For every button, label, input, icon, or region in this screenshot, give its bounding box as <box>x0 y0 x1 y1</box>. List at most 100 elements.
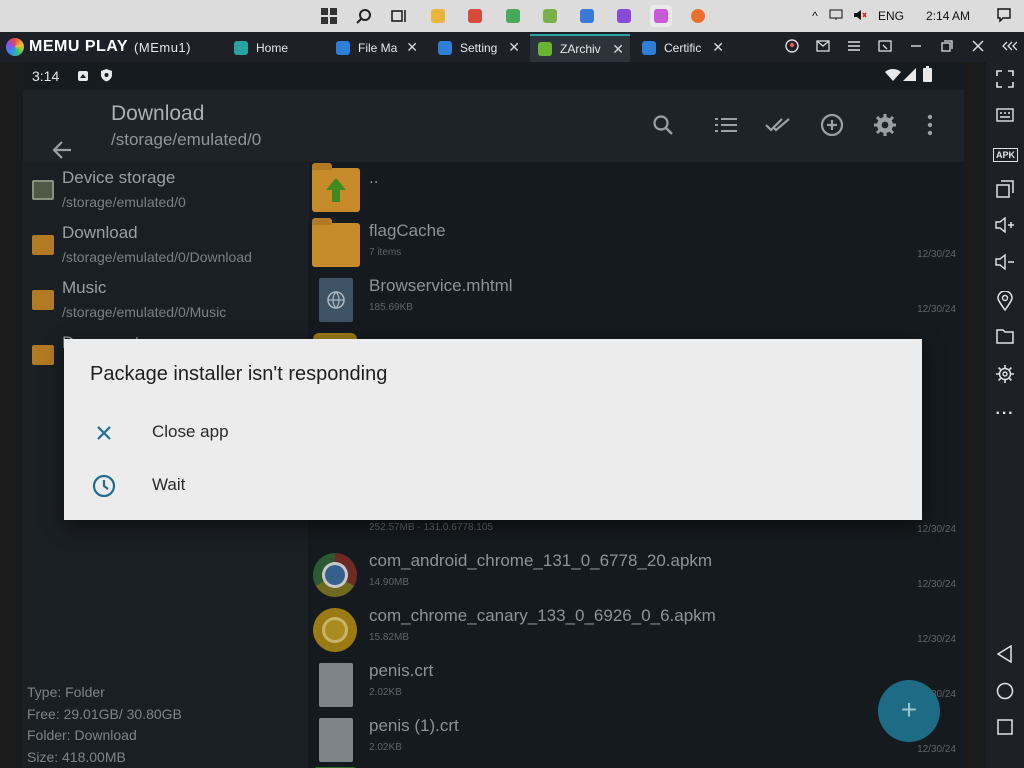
folder-icon <box>32 345 54 365</box>
volume-up-icon[interactable] <box>993 216 1017 241</box>
tab-close-icon[interactable]: ✕ <box>712 39 724 56</box>
tab-home[interactable]: Home <box>226 34 324 62</box>
volume-down-icon[interactable] <box>993 253 1017 278</box>
tab-settings[interactable]: Setting ✕ <box>430 34 526 62</box>
android-back-icon[interactable] <box>993 644 1017 669</box>
search-icon[interactable] <box>353 5 375 27</box>
fullscreen-icon[interactable] <box>993 70 1017 94</box>
clock-icon <box>92 474 116 498</box>
list-item[interactable]: flagCache 7 items 12/30/24 <box>309 217 964 271</box>
speaker-muted-icon[interactable] <box>848 9 872 24</box>
mail-icon[interactable] <box>807 39 838 55</box>
tab-close-icon[interactable]: ✕ <box>612 41 624 58</box>
settings-gear-icon[interactable] <box>873 113 897 143</box>
language-indicator[interactable]: ENG <box>878 9 904 23</box>
list-item[interactable]: .. <box>309 162 964 216</box>
page-subtitle: /storage/emulated/0 <box>111 130 262 149</box>
location-icon[interactable] <box>993 290 1017 315</box>
shield-icon <box>100 68 113 85</box>
search-icon[interactable] <box>652 114 674 142</box>
android-recents-icon[interactable] <box>993 719 1017 743</box>
tab-file-manager[interactable]: File Ma ✕ <box>328 34 424 62</box>
file-icon <box>319 718 353 762</box>
app-icon[interactable] <box>539 5 561 27</box>
firefox-icon[interactable] <box>687 5 709 27</box>
network-icon[interactable] <box>824 9 848 24</box>
memu-titlebar: MEMU PLAY (MEmu1) Home File Ma ✕ Setting… <box>0 32 1024 62</box>
file-icon <box>319 663 353 707</box>
android-home-icon[interactable] <box>993 682 1017 706</box>
list-item[interactable]: com_android_chrome_131_0_6778_20.apkm 14… <box>309 547 964 601</box>
apk-icon[interactable]: APK <box>993 143 1019 167</box>
collapse-icon[interactable] <box>993 39 1024 55</box>
info-free: Free: 29.01GB/ 30.80GB <box>27 705 182 722</box>
notifications-icon[interactable] <box>996 7 1012 26</box>
android-status-bar: 3:14 <box>23 62 964 90</box>
folder-info: Type: Folder Free: 29.01GB/ 30.80GB Fold… <box>27 682 182 768</box>
add-fab-button[interactable]: + <box>878 680 940 742</box>
close-icon[interactable] <box>962 39 993 55</box>
close-app-option[interactable]: Close app <box>64 407 922 459</box>
desktop: ^ ENG 2:14 AM MEMU PLAY (MEmu1) Home Fil… <box>0 0 1024 768</box>
storage-icon <box>32 180 54 200</box>
page-title: Download <box>111 102 205 125</box>
system-tray: ^ ENG 2:14 AM <box>806 0 1012 32</box>
memu-logo-icon <box>6 38 24 56</box>
minimize-icon[interactable] <box>900 39 931 55</box>
windows-start-icon[interactable] <box>318 5 340 27</box>
maximize-icon[interactable] <box>931 39 962 55</box>
tab-certificate[interactable]: Certific ✕ <box>634 34 730 62</box>
overflow-menu-icon[interactable] <box>926 114 934 142</box>
tab-close-icon[interactable]: ✕ <box>508 39 520 56</box>
list-view-icon[interactable] <box>715 116 737 140</box>
folder-icon <box>32 235 54 255</box>
list-item[interactable]: penis.crt 2.02KB 12/30/24 <box>309 657 964 711</box>
signal-icon <box>903 68 917 84</box>
add-circle-icon[interactable] <box>820 113 844 143</box>
menu-icon[interactable] <box>838 39 869 55</box>
battery-icon <box>923 66 932 85</box>
chrome-canary-icon <box>313 608 357 652</box>
settings-icon[interactable] <box>993 365 1017 389</box>
location-item[interactable]: Download /storage/emulated/0/Download <box>23 219 308 273</box>
folder-icon[interactable] <box>993 328 1017 352</box>
windows-taskbar: ^ ENG 2:14 AM <box>0 0 1024 32</box>
app-icon[interactable] <box>613 5 635 27</box>
location-item[interactable]: Music /storage/emulated/0/Music <box>23 274 308 328</box>
chrome-icon <box>313 553 357 597</box>
tab-zarchiver[interactable]: ZArchiv ✕ <box>530 34 630 62</box>
window-controls <box>776 32 1024 62</box>
instance-name: (MEmu1) <box>134 39 191 55</box>
keyboard-icon[interactable] <box>993 106 1017 130</box>
wifi-icon <box>885 68 901 84</box>
folder-icon <box>312 218 360 267</box>
list-item[interactable]: penis (1).crt 2.02KB 12/30/24 <box>309 712 964 766</box>
app-icon[interactable] <box>464 5 486 27</box>
user-icon[interactable] <box>776 38 807 56</box>
multi-window-icon[interactable] <box>993 180 1017 204</box>
web-document-icon <box>319 278 353 322</box>
dialog-title: Package installer isn't responding <box>90 363 388 385</box>
tray-chevron-icon[interactable]: ^ <box>806 9 824 23</box>
clock[interactable]: 2:14 AM <box>926 9 970 23</box>
wait-option[interactable]: Wait <box>64 460 922 512</box>
info-type: Type: Folder <box>27 684 105 700</box>
task-view-icon[interactable] <box>388 5 410 27</box>
resize-icon[interactable] <box>869 39 900 55</box>
location-item[interactable]: Device storage /storage/emulated/0 <box>23 164 308 218</box>
info-size: Size: 418.00MB <box>27 748 126 765</box>
list-item[interactable]: Browservice.mhtml 185.69KB 12/30/24 <box>309 272 964 326</box>
app-icon[interactable] <box>502 5 524 27</box>
status-time: 3:14 <box>32 68 60 84</box>
more-icon[interactable]: ··· <box>993 402 1017 426</box>
memu-app-icon[interactable] <box>650 5 672 27</box>
memu-logo: MEMU PLAY (MEmu1) <box>6 36 191 58</box>
file-explorer-icon[interactable] <box>427 5 449 27</box>
tab-close-icon[interactable]: ✕ <box>406 39 418 56</box>
notification-icon <box>77 69 89 85</box>
folder-up-icon <box>312 163 360 212</box>
select-all-icon[interactable] <box>765 116 793 140</box>
app-icon[interactable] <box>576 5 598 27</box>
anr-dialog: Package installer isn't responding Close… <box>64 339 922 520</box>
list-item[interactable]: com_chrome_canary_133_0_6926_0_6.apkm 15… <box>309 602 964 656</box>
